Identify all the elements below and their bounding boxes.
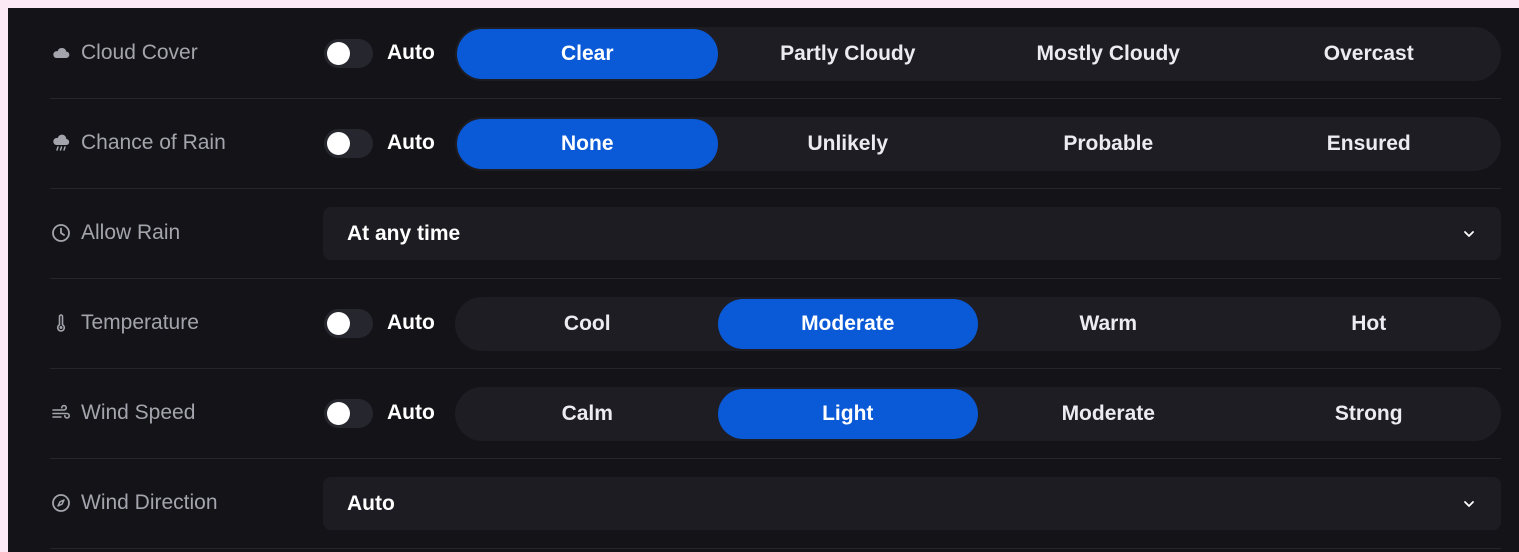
- wind-icon: [50, 402, 72, 424]
- toggle-knob: [327, 132, 350, 155]
- wind-direction-select-value: Auto: [347, 491, 395, 515]
- cloud-cover-label-group: Cloud Cover: [50, 8, 310, 98]
- chance-of-rain-auto-label: Auto: [387, 131, 435, 154]
- wind-speed-auto-toggle[interactable]: [324, 399, 373, 428]
- cloud-cover-option-overcast[interactable]: Overcast: [1239, 29, 1500, 79]
- allow-rain-select[interactable]: At any time: [323, 207, 1501, 260]
- rain-cloud-icon: [50, 132, 72, 154]
- wind-speed-option-moderate[interactable]: Moderate: [978, 389, 1239, 439]
- chevron-down-icon: [1461, 496, 1477, 512]
- cloud-icon: [50, 42, 72, 64]
- wind-direction-label-group: Wind Direction: [50, 458, 310, 548]
- weather-settings-panel: Cloud Cover Auto Clear Partly Cloudy Mos…: [8, 8, 1519, 552]
- allow-rain-select-value: At any time: [347, 221, 461, 245]
- cloud-cover-segmented-control: Clear Partly Cloudy Mostly Cloudy Overca…: [455, 27, 1501, 81]
- cloud-cover-option-mostly-cloudy[interactable]: Mostly Cloudy: [978, 29, 1239, 79]
- chance-of-rain-auto-toggle[interactable]: [324, 129, 373, 158]
- temperature-option-warm[interactable]: Warm: [978, 299, 1239, 349]
- temperature-option-moderate[interactable]: Moderate: [717, 299, 978, 349]
- temperature-auto-label: Auto: [387, 311, 435, 334]
- cloud-cover-option-clear[interactable]: Clear: [457, 29, 718, 79]
- chance-of-rain-option-none[interactable]: None: [457, 119, 718, 169]
- wind-speed-option-strong[interactable]: Strong: [1239, 389, 1500, 439]
- cloud-cover-auto-label: Auto: [387, 41, 435, 64]
- wind-direction-row: Wind Direction Auto: [50, 458, 1501, 549]
- allow-rain-row: Allow Rain At any time: [50, 188, 1501, 279]
- wind-speed-row: Wind Speed Auto Calm Light Moderate Stro…: [50, 368, 1501, 459]
- temperature-option-cool[interactable]: Cool: [457, 299, 718, 349]
- temperature-option-hot[interactable]: Hot: [1239, 299, 1500, 349]
- wind-speed-label-group: Wind Speed: [50, 368, 310, 458]
- chevron-down-icon: [1461, 226, 1477, 242]
- chance-of-rain-label: Chance of Rain: [81, 131, 226, 154]
- thermometer-icon: [50, 312, 72, 334]
- cloud-cover-row: Cloud Cover Auto Clear Partly Cloudy Mos…: [50, 8, 1501, 99]
- toggle-knob: [327, 42, 350, 65]
- cloud-cover-option-partly-cloudy[interactable]: Partly Cloudy: [718, 29, 979, 79]
- wind-speed-option-calm[interactable]: Calm: [457, 389, 718, 439]
- cloud-cover-auto-toggle[interactable]: [324, 39, 373, 68]
- wind-speed-option-light[interactable]: Light: [717, 389, 978, 439]
- allow-rain-label: Allow Rain: [81, 221, 181, 244]
- chance-of-rain-segmented-control: None Unlikely Probable Ensured: [455, 117, 1501, 171]
- temperature-segmented-control: Cool Moderate Warm Hot: [455, 297, 1501, 351]
- toggle-knob: [327, 402, 350, 425]
- chance-of-rain-option-probable[interactable]: Probable: [978, 119, 1239, 169]
- wind-speed-auto-label: Auto: [387, 401, 435, 424]
- temperature-auto-toggle[interactable]: [324, 309, 373, 338]
- temperature-row: Temperature Auto Cool Moderate Warm Hot: [50, 278, 1501, 369]
- wind-speed-segmented-control: Calm Light Moderate Strong: [455, 387, 1501, 441]
- compass-icon: [50, 492, 72, 514]
- wind-direction-label: Wind Direction: [81, 491, 218, 514]
- temperature-label-group: Temperature: [50, 278, 310, 368]
- toggle-knob: [327, 312, 350, 335]
- clock-icon: [50, 222, 72, 244]
- wind-speed-label: Wind Speed: [81, 401, 196, 424]
- chance-of-rain-row: Chance of Rain Auto None Unlikely Probab…: [50, 98, 1501, 189]
- wind-direction-select[interactable]: Auto: [323, 477, 1501, 530]
- chance-of-rain-option-ensured[interactable]: Ensured: [1239, 119, 1500, 169]
- cloud-cover-label: Cloud Cover: [81, 41, 198, 64]
- allow-rain-label-group: Allow Rain: [50, 188, 310, 278]
- temperature-label: Temperature: [81, 311, 199, 334]
- chance-of-rain-label-group: Chance of Rain: [50, 98, 310, 188]
- chance-of-rain-option-unlikely[interactable]: Unlikely: [718, 119, 979, 169]
